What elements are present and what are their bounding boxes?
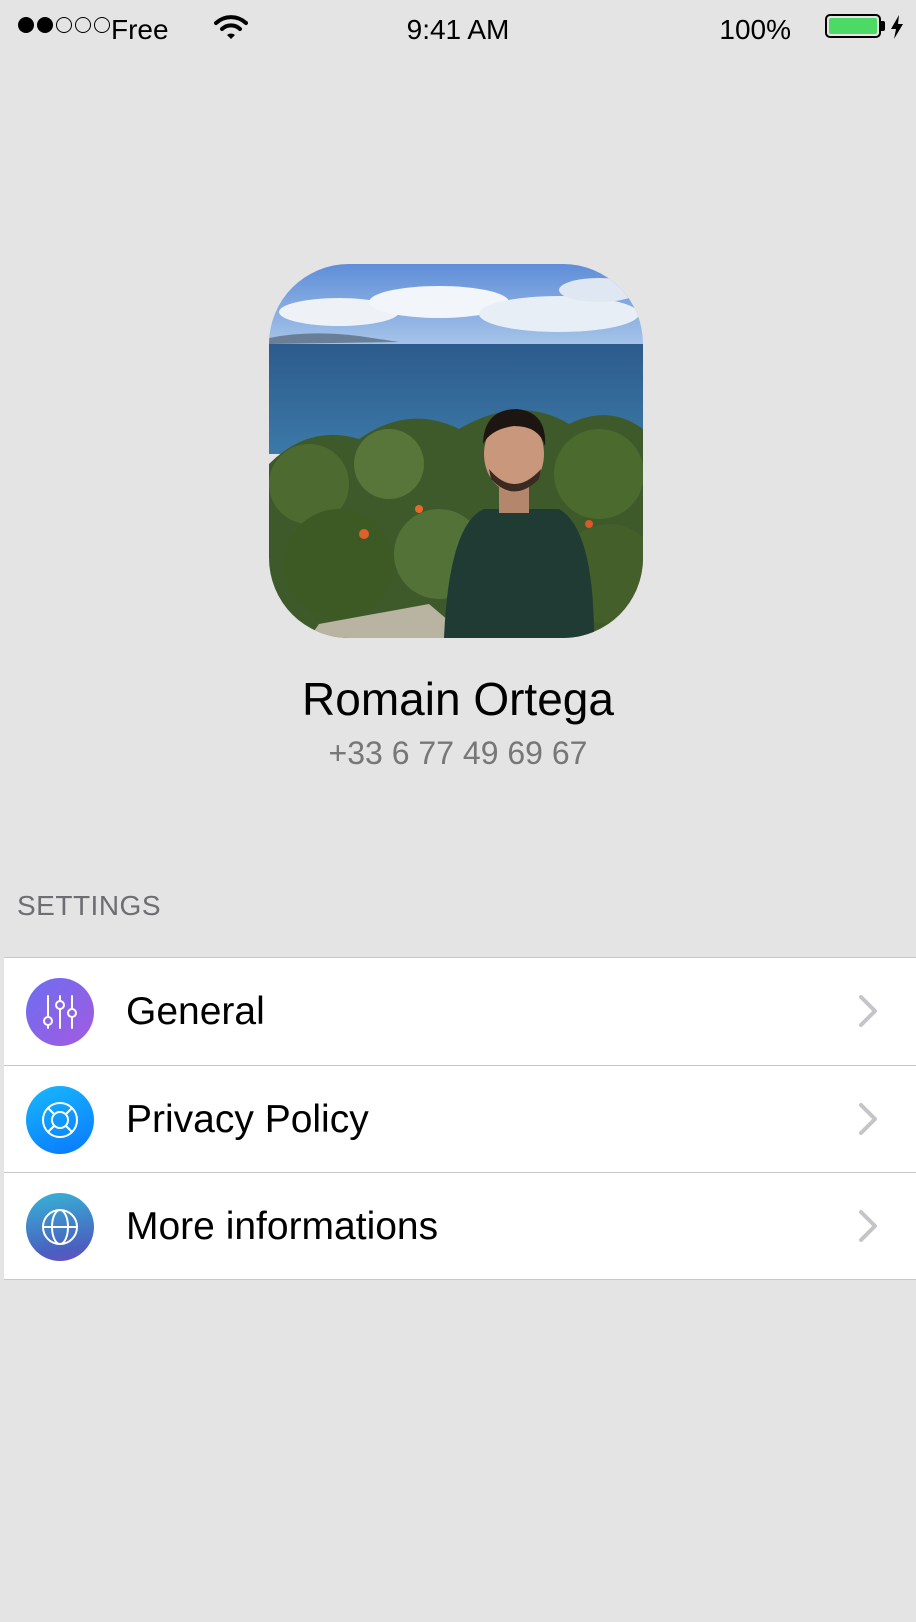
settings-section-header: SETTINGS [17,890,162,921]
settings-item-label: General [126,990,265,1033]
settings-item-general[interactable]: General [4,958,916,1065]
battery-icon [825,14,881,38]
charging-bolt-icon [890,14,904,46]
settings-item-more-informations[interactable]: More informations [4,1172,916,1279]
profile-name: Romain Ortega [302,673,614,725]
status-bar: Free 9:41 AM 100% [0,0,916,58]
settings-item-privacy-policy[interactable]: Privacy Policy [4,1065,916,1172]
settings-item-label: More informations [126,1205,439,1248]
chevron-right-icon [858,994,878,1033]
globe-icon [26,1193,94,1261]
battery-tip [881,21,885,31]
chevron-right-icon [858,1102,878,1141]
sliders-icon [26,978,94,1046]
chevron-right-icon [858,1209,878,1248]
profile-photo[interactable] [269,264,643,638]
profile-phone: +33 6 77 49 69 67 [328,735,588,771]
settings-list: General Privacy Policy More informations [4,957,916,1280]
lifebuoy-icon [26,1086,94,1154]
battery-percentage: 100% [719,14,791,45]
settings-item-label: Privacy Policy [126,1098,369,1141]
